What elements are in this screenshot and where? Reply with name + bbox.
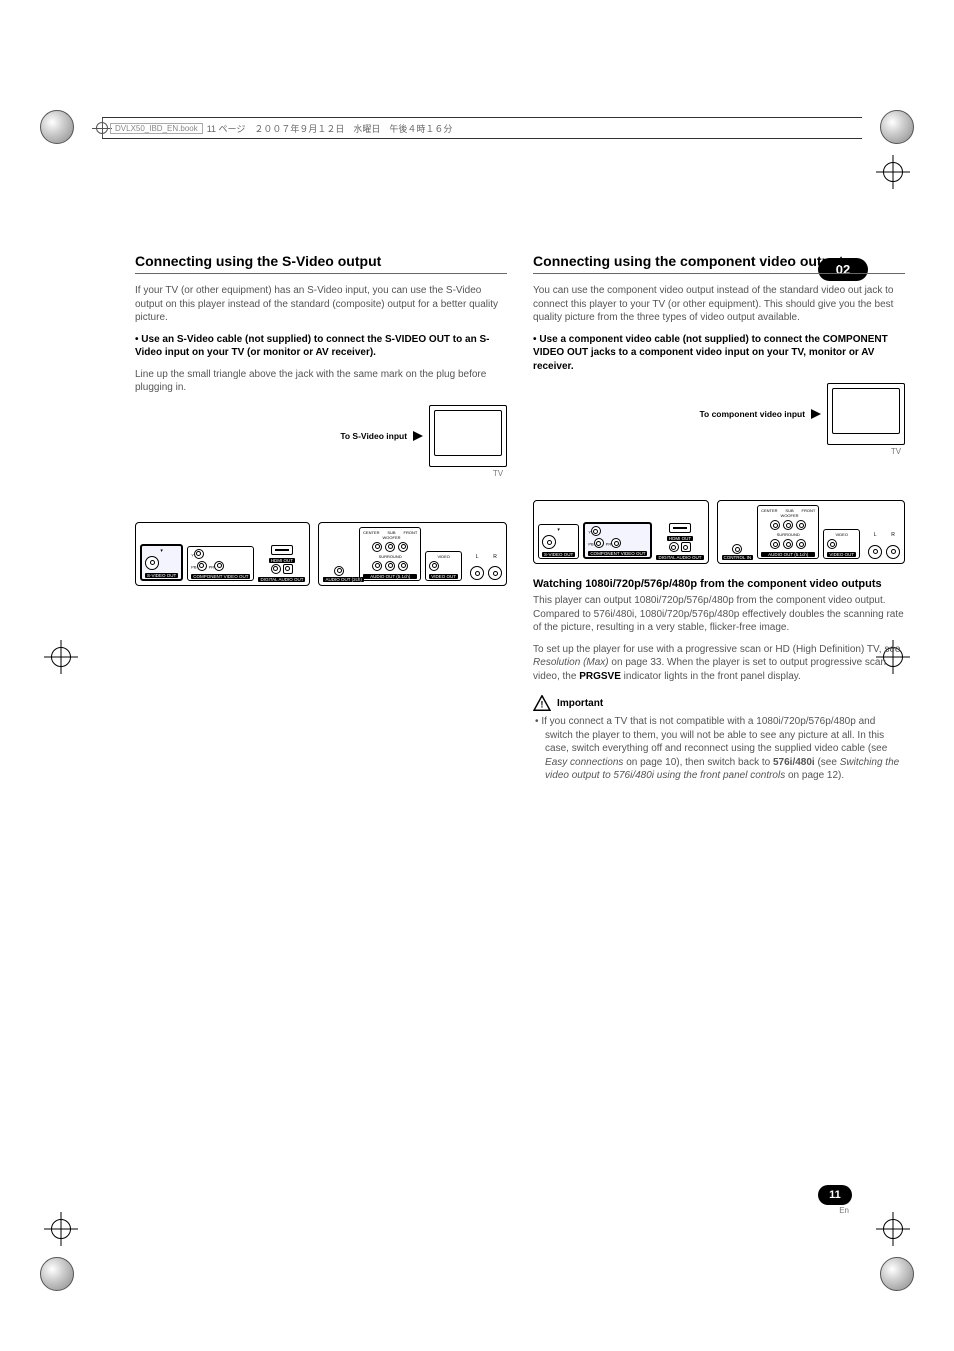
front-l-jack-icon [796, 520, 806, 530]
warning-triangle-icon: ! [533, 695, 551, 711]
hdmi-port-icon [669, 523, 691, 533]
sw-jack-icon [385, 542, 395, 552]
page-number-badge: 11 [818, 1185, 852, 1205]
arrow-icon [811, 409, 821, 419]
audio-l-jack-icon [868, 545, 882, 559]
progressive-para2: To set up the player for use with a prog… [533, 643, 905, 684]
pb-jack-icon [594, 538, 604, 548]
column-right: Connecting using the component video out… [533, 253, 905, 783]
digital-coax-jack-icon [669, 542, 679, 552]
sw-jack-icon [783, 520, 793, 530]
svideo-diagram: To S-Video input TV ▾ S-VIDEO OUT Y [135, 405, 507, 586]
video-jack-icon [429, 561, 439, 571]
audio51-jack-group: CENTERSUB WOOFERFRONT SURROUND AUD [359, 527, 421, 581]
irin-jack-icon [334, 566, 344, 576]
center-jack-icon [372, 542, 382, 552]
page-language-label: En [839, 1206, 849, 1215]
svideo-triangle-note: Line up the small triangle above the jac… [135, 368, 507, 395]
svideo-jack-group: ▾ S-VIDEO OUT [140, 544, 183, 581]
rear-panel-left: ▾ S-VIDEO OUT Y PB PR COMPONENT VIDEO OU… [533, 500, 708, 564]
video-jack-icon [827, 539, 837, 549]
component-jack-group: Y PB PR COMPONENT VIDEO OUT [583, 522, 652, 559]
pr-jack-icon [611, 538, 621, 548]
audio51-jack-group: CENTERSUB WOOFERFRONT SURROUND AUD [757, 505, 819, 559]
component-diagram: To component video input TV ▾ S-VIDEO OU… [533, 383, 905, 564]
print-registration-mark [880, 110, 914, 144]
section-heading-svideo: Connecting using the S-Video output [135, 253, 507, 274]
print-registration-mark [40, 1257, 74, 1291]
diagram-label-svideo: To S-Video input [135, 431, 407, 441]
tv-icon [827, 383, 905, 445]
rear-panel-right: CONTROL IN CENTERSUB WOOFERFRONT SURROUN… [318, 522, 507, 586]
tv-icon [429, 405, 507, 467]
subheading-watching: Watching 1080i/720p/576p/480p from the c… [533, 578, 905, 590]
audio-r-jack-icon [886, 545, 900, 559]
important-bullet: If you connect a TV that is not compatib… [545, 715, 905, 783]
front-r-jack-icon [796, 539, 806, 549]
optical-jack-icon [681, 542, 691, 552]
arrow-icon [413, 431, 423, 441]
svideo-jack-icon [542, 535, 556, 549]
print-registration-mark [40, 110, 74, 144]
tv-caption: TV [533, 447, 905, 456]
important-label: Important [557, 698, 603, 709]
progressive-para1: This player can output 1080i/720p/576p/4… [533, 594, 905, 635]
surr-r-jack-icon [385, 561, 395, 571]
header-filename: DVLX50_IBD_EN.book [110, 123, 203, 134]
y-jack-icon [591, 526, 601, 536]
surr-l-jack-icon [770, 539, 780, 549]
audio-r-jack-icon [488, 566, 502, 580]
svideo-jack-icon [145, 556, 159, 570]
front-l-jack-icon [398, 542, 408, 552]
important-heading: ! Important [533, 695, 905, 711]
important-list: If you connect a TV that is not compatib… [533, 715, 905, 783]
component-intro: You can use the component video output i… [533, 284, 905, 325]
component-jack-group: Y PB PR COMPONENT VIDEO OUT [187, 546, 254, 581]
print-registration-mark [880, 1257, 914, 1291]
diagram-label-component: To component video input [533, 409, 805, 419]
irin-jack-icon [732, 544, 742, 554]
surr-r-jack-icon [783, 539, 793, 549]
crop-mark [44, 640, 78, 674]
header-meta: 11 ページ ２００７年９月１２日 水曜日 午後４時１６分 [207, 122, 453, 135]
print-header: DVLX50_IBD_EN.book 11 ページ ２００７年９月１２日 水曜日… [102, 117, 862, 139]
svideo-instruction: • Use an S-Video cable (not supplied) to… [135, 333, 507, 360]
hdmi-port-icon [271, 545, 293, 555]
optical-jack-icon [283, 564, 293, 574]
pr-jack-icon [214, 561, 224, 571]
crop-mark [876, 1212, 910, 1246]
component-instruction: • Use a component video cable (not suppl… [533, 333, 905, 374]
rear-panel-left: ▾ S-VIDEO OUT Y PB PR COMPONENT VIDEO OU… [135, 522, 310, 586]
surr-l-jack-icon [372, 561, 382, 571]
center-jack-icon [770, 520, 780, 530]
crop-mark [44, 1212, 78, 1246]
video-jack-group: VIDEO VIDEO OUT [425, 551, 462, 581]
crop-mark [876, 155, 910, 189]
svideo-jack-group: ▾ S-VIDEO OUT [538, 524, 579, 559]
svideo-intro: If your TV (or other equipment) has an S… [135, 284, 507, 325]
section-heading-component: Connecting using the component video out… [533, 253, 905, 274]
svg-text:!: ! [541, 699, 544, 709]
pb-jack-icon [197, 561, 207, 571]
front-r-jack-icon [398, 561, 408, 571]
digital-coax-jack-icon [271, 564, 281, 574]
video-jack-group: VIDEO VIDEO OUT [823, 529, 860, 559]
tv-caption: TV [135, 469, 507, 478]
audio-l-jack-icon [470, 566, 484, 580]
rear-panel-right: CONTROL IN CENTERSUB WOOFERFRONT SURROUN… [717, 500, 906, 564]
column-left: Connecting using the S-Video output If y… [135, 253, 507, 783]
page-content: Connecting using the S-Video output If y… [135, 253, 825, 783]
y-jack-icon [194, 549, 204, 559]
